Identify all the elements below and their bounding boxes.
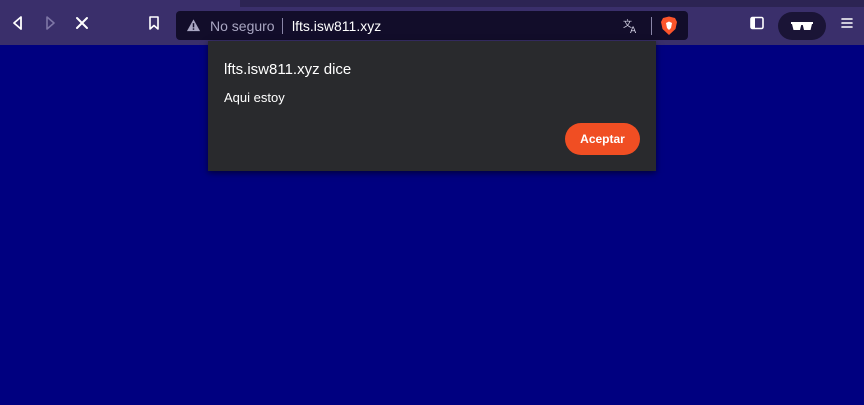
address-divider-2 [651,17,652,35]
security-label[interactable]: No seguro [210,18,275,34]
stop-loading-icon [76,17,88,29]
dialog-title: lfts.isw811.xyz dice [224,61,352,78]
not-secure-warning-icon[interactable] [186,18,201,33]
tab-strip [240,0,864,7]
forward-button[interactable] [38,11,62,35]
bookmark-button[interactable] [142,11,166,35]
sidebar-toggle-icon [750,16,764,30]
address-divider [282,18,283,34]
sidebar-button[interactable] [745,11,769,35]
menu-icon [841,18,853,28]
stop-loading-button[interactable] [70,11,94,35]
forward-arrow-icon [46,16,55,30]
back-arrow-icon [13,16,22,30]
private-glasses-icon [791,22,813,30]
translate-icon[interactable]: 文 A [622,17,640,35]
private-window-badge[interactable] [778,12,826,40]
back-button[interactable] [6,11,30,35]
bookmark-icon [149,16,159,30]
brave-shields-icon[interactable] [660,16,678,36]
alert-dialog: lfts.isw811.xyz dice Aqui estoy Aceptar [208,41,656,171]
svg-text:A: A [630,26,637,35]
menu-button[interactable] [835,11,859,35]
dialog-message: Aqui estoy [224,90,285,105]
address-bar[interactable]: No seguro lfts.isw811.xyz 文 A [176,11,688,40]
browser-toolbar: No seguro lfts.isw811.xyz 文 A [0,0,864,45]
url-text[interactable]: lfts.isw811.xyz [292,18,381,34]
accept-button[interactable]: Aceptar [565,123,640,155]
